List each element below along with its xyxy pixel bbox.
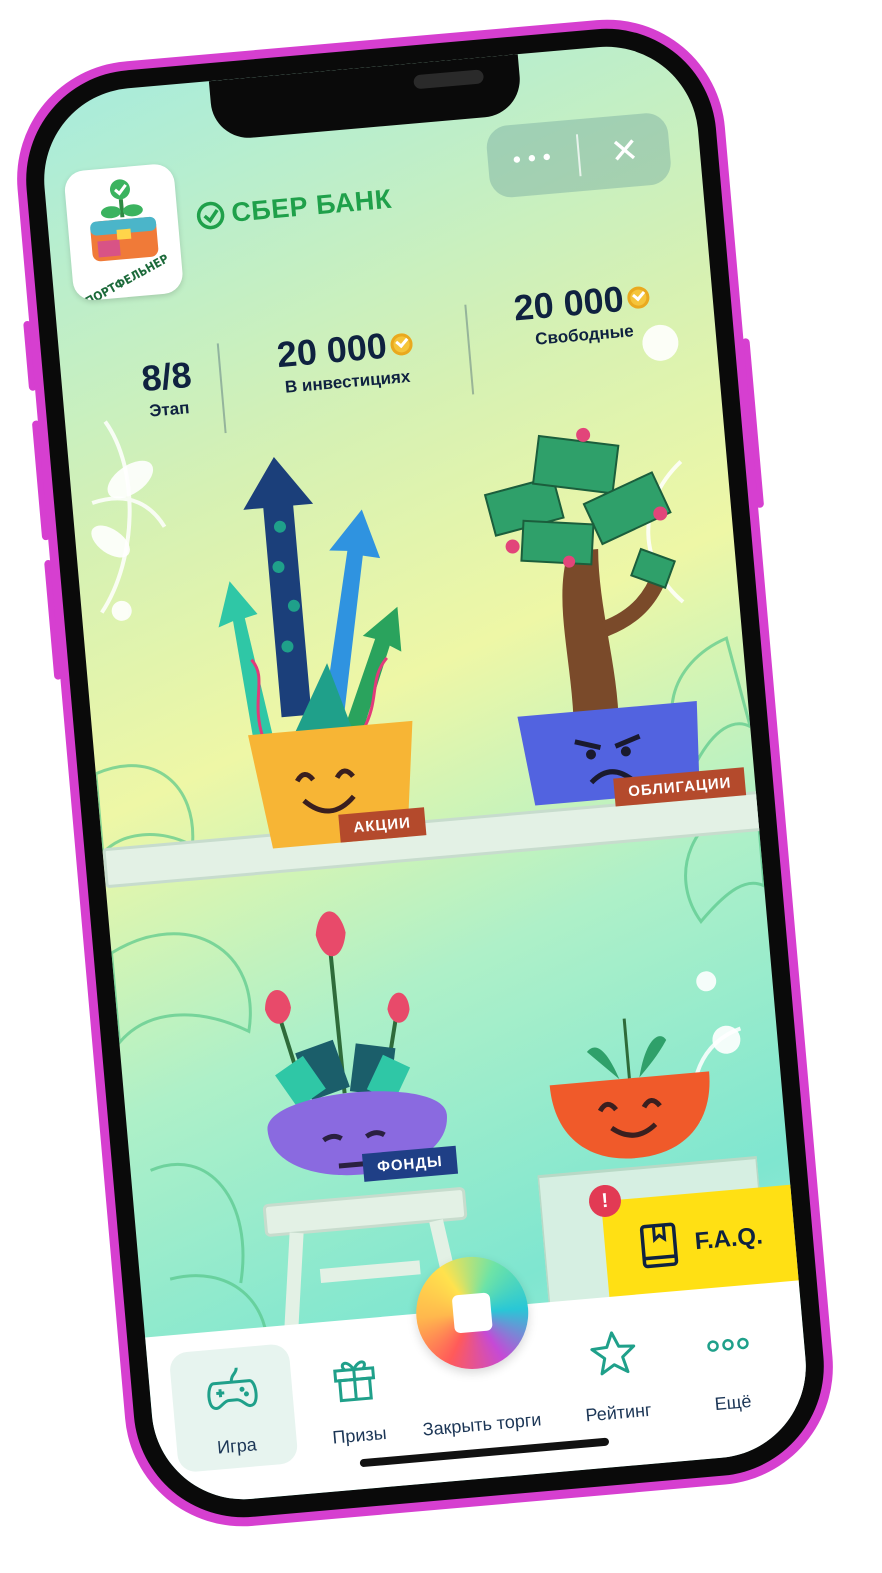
more-button[interactable]: ••• — [485, 119, 581, 199]
invested-value: 20 000 — [275, 324, 389, 376]
gift-icon — [333, 1360, 376, 1403]
gamepad-icon — [207, 1367, 258, 1411]
tab-game[interactable]: Игра — [168, 1343, 299, 1474]
tab-more[interactable]: Ещё — [665, 1300, 795, 1430]
faq-label: F.A.Q. — [693, 1222, 764, 1256]
speaker-grille — [413, 69, 485, 90]
stage-stat: 8/8 Этап — [120, 352, 215, 424]
sber-check-icon — [196, 201, 225, 229]
tab-label: Призы — [331, 1422, 388, 1448]
money-tree-illustration — [483, 427, 700, 806]
arrow-plant-illustration — [218, 456, 413, 849]
stocks-plant[interactable]: АКЦИИ — [187, 424, 453, 866]
tab-label: Ещё — [713, 1390, 753, 1415]
free-value: 20 000 — [511, 277, 626, 329]
stage-value: 8/8 — [139, 353, 194, 400]
app-screen: ПОРТФЕЛЬНЕР СБЕР БАНК ••• ✕ 8/8 Этап 20 … — [36, 39, 814, 1507]
star-icon — [590, 1331, 636, 1376]
app-logo: ПОРТФЕЛЬНЕР — [63, 162, 185, 302]
tab-prizes[interactable]: Призы — [291, 1332, 421, 1462]
coin-icon — [626, 285, 651, 310]
tab-close-trading[interactable]: Закрыть торги — [406, 1252, 552, 1452]
phone-mockup: ПОРТФЕЛЬНЕР СБЕР БАНК ••• ✕ 8/8 Этап 20 … — [7, 9, 843, 1537]
tab-label: Закрыть торги — [421, 1409, 543, 1440]
coin-icon — [389, 332, 414, 357]
close-button[interactable]: ✕ — [577, 111, 673, 191]
tab-rating[interactable]: Рейтинг — [550, 1310, 680, 1440]
tab-label: Рейтинг — [584, 1399, 653, 1426]
book-icon — [639, 1222, 679, 1269]
tab-label: Игра — [216, 1434, 258, 1458]
more-dots-icon — [707, 1337, 749, 1352]
more-dots-icon: ••• — [509, 144, 557, 174]
bonds-plant[interactable]: ОБЛИГАЦИИ — [461, 400, 747, 823]
close-icon: ✕ — [608, 130, 641, 173]
